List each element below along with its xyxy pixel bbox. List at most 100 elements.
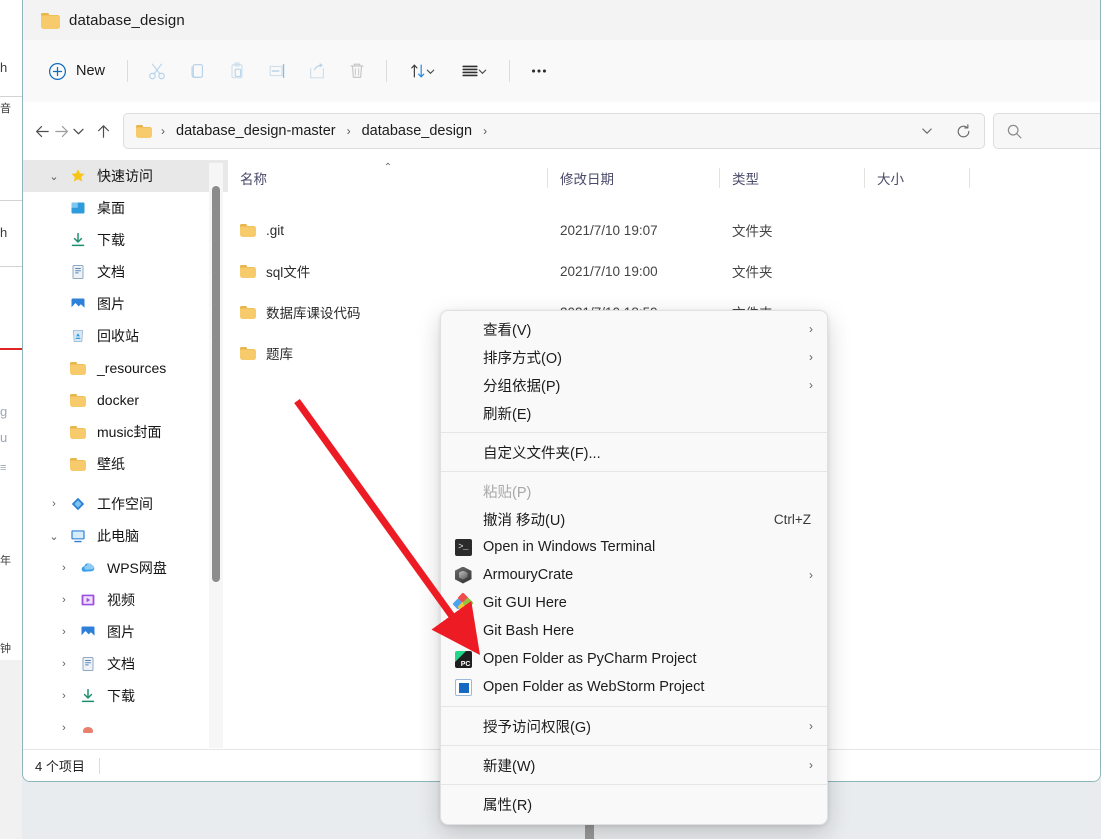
- background-window-sliver: h 音 h g u ≡ 年 钟 h: [0, 0, 22, 839]
- menu-item-label: Git Bash Here: [483, 623, 575, 639]
- column-divider[interactable]: [969, 168, 970, 188]
- chevron-right-icon: ›: [809, 322, 813, 336]
- rename-button[interactable]: [257, 54, 297, 88]
- menu-item-git-gui-here[interactable]: Git GUI Here: [441, 589, 827, 617]
- chevron-down-icon[interactable]: ⌄: [41, 170, 67, 183]
- view-button[interactable]: [448, 54, 500, 88]
- refresh-button[interactable]: [946, 114, 980, 148]
- menu-item-customize-folder[interactable]: 自定义文件夹(F)...: [441, 438, 827, 466]
- chevron-down-icon: [478, 69, 487, 74]
- sidebar-item-documents-pc[interactable]: › 文档: [23, 648, 228, 680]
- menu-item-label: Open in Windows Terminal: [483, 539, 656, 555]
- column-header-name[interactable]: ⌃ 名称: [228, 160, 548, 196]
- address-dropdown-button[interactable]: [910, 114, 944, 148]
- menu-item-give-access-to[interactable]: 授予访问权限(G) ›: [441, 712, 827, 740]
- chevron-right-icon[interactable]: ›: [51, 626, 77, 638]
- sidebar-group-workspace[interactable]: › 工作空间: [23, 488, 228, 520]
- back-button[interactable]: [33, 114, 52, 148]
- search-icon: [1007, 124, 1022, 138]
- sidebar-item-wallpaper[interactable]: 壁纸: [23, 448, 228, 480]
- sidebar-item-downloads[interactable]: 下载: [23, 224, 228, 256]
- sidebar-item-music-cover[interactable]: music封面: [23, 416, 228, 448]
- sidebar-item-documents[interactable]: 文档: [23, 256, 228, 288]
- chevron-right-icon[interactable]: ›: [51, 722, 77, 734]
- sidebar-item-videos[interactable]: › 视频: [23, 584, 228, 616]
- star-icon: [67, 168, 89, 184]
- column-header-label: 类型: [732, 172, 759, 187]
- column-header-date[interactable]: 修改日期: [548, 160, 720, 196]
- delete-icon: [350, 63, 364, 78]
- sidebar-item-partial[interactable]: ›: [23, 712, 228, 744]
- menu-item-open-in-windows-terminal[interactable]: >_ Open in Windows Terminal: [441, 533, 827, 561]
- context-menu[interactable]: 查看(V) › 排序方式(O) › 分组依据(P) › 刷新(E) 自定义文件夹…: [440, 310, 828, 825]
- sidebar-item-label: 视频: [107, 592, 135, 608]
- sidebar-item-recycle-bin[interactable]: 回收站: [23, 320, 228, 352]
- breadcrumb-item-1[interactable]: database_design: [355, 119, 479, 143]
- cut-icon: [149, 63, 165, 80]
- sort-button[interactable]: [396, 54, 448, 88]
- toolbar-divider: [127, 60, 129, 82]
- menu-item-view[interactable]: 查看(V) ›: [441, 315, 827, 343]
- sort-indicator-icon: ⌃: [383, 162, 393, 173]
- menu-item-label: Git GUI Here: [483, 595, 567, 611]
- sidebar-item-pictures-pc[interactable]: › 图片: [23, 616, 228, 648]
- menu-item-refresh[interactable]: 刷新(E): [441, 399, 827, 427]
- file-name: sql文件: [266, 265, 311, 280]
- menu-item-open-folder-as-webstorm-project[interactable]: Open Folder as WebStorm Project: [441, 673, 827, 701]
- file-name-cell: sql文件: [228, 261, 548, 281]
- navigation-pane[interactable]: ⌄ 快速访问 桌面 下载 文档 图片 回收站 _resources docker…: [23, 160, 228, 748]
- copy-button[interactable]: [177, 54, 217, 88]
- chevron-right-icon[interactable]: ›: [51, 562, 77, 574]
- menu-item-armourycrate[interactable]: ArmouryCrate ›: [441, 561, 827, 589]
- menu-separator: [441, 784, 827, 785]
- address-bar-row: › database_design-master › database_desi…: [23, 102, 1100, 160]
- new-button[interactable]: New: [35, 54, 118, 88]
- column-header-size[interactable]: 大小: [865, 160, 970, 196]
- address-bar[interactable]: › database_design-master › database_desi…: [123, 113, 985, 149]
- menu-item-properties[interactable]: 属性(R): [441, 790, 827, 818]
- menu-item-undo-move[interactable]: 撤消 移动(U) Ctrl+Z: [441, 505, 827, 533]
- navpane-scrollbar-thumb[interactable]: [212, 186, 220, 582]
- sidebar-item-label: WPS网盘: [107, 560, 167, 576]
- paste-button[interactable]: [217, 54, 257, 88]
- folder-icon: [240, 264, 256, 279]
- recent-locations-button[interactable]: [71, 114, 86, 148]
- see-more-button[interactable]: [519, 54, 559, 88]
- menu-item-sort-by[interactable]: 排序方式(O) ›: [441, 343, 827, 371]
- menu-item-git-bash-here[interactable]: Git Bash Here: [441, 617, 827, 645]
- column-header-type[interactable]: 类型: [720, 160, 865, 196]
- share-icon: [310, 63, 324, 79]
- search-box[interactable]: [993, 113, 1100, 149]
- sidebar-group-this-pc[interactable]: ⌄ 此电脑: [23, 520, 228, 552]
- sidebar-item-wps-cloud[interactable]: › WPS网盘: [23, 552, 228, 584]
- sidebar-group-quick-access[interactable]: ⌄ 快速访问: [23, 160, 228, 192]
- chevron-right-icon: ›: [809, 719, 813, 733]
- breadcrumb-separator: ›: [483, 124, 488, 138]
- delete-button[interactable]: [337, 54, 377, 88]
- cut-button[interactable]: [137, 54, 177, 88]
- share-button[interactable]: [297, 54, 337, 88]
- forward-button[interactable]: [52, 114, 71, 148]
- table-row[interactable]: sql文件 2021/7/10 19:00 文件夹: [228, 251, 1100, 291]
- menu-item-group-by[interactable]: 分组依据(P) ›: [441, 371, 827, 399]
- music-icon: [77, 723, 99, 733]
- sidebar-item-resources[interactable]: _resources: [23, 352, 228, 384]
- chevron-down-icon[interactable]: ⌄: [41, 530, 67, 543]
- sidebar-item-pictures[interactable]: 图片: [23, 288, 228, 320]
- explorer-tab[interactable]: database_design: [31, 8, 199, 33]
- chevron-right-icon[interactable]: ›: [51, 658, 77, 670]
- breadcrumb-item-0[interactable]: database_design-master: [169, 119, 343, 143]
- menu-item-new[interactable]: 新建(W) ›: [441, 751, 827, 779]
- up-button[interactable]: [94, 114, 113, 148]
- chevron-right-icon[interactable]: ›: [51, 594, 77, 606]
- table-row[interactable]: .git 2021/7/10 19:07 文件夹: [228, 210, 1100, 250]
- chevron-right-icon[interactable]: ›: [41, 498, 67, 510]
- file-date: 2021/7/10 19:00: [560, 263, 658, 279]
- sidebar-item-downloads-pc[interactable]: › 下载: [23, 680, 228, 712]
- menu-item-open-folder-as-pycharm-project[interactable]: Open Folder as PyCharm Project: [441, 645, 827, 673]
- sidebar-item-desktop[interactable]: 桌面: [23, 192, 228, 224]
- sidebar-item-label: 下载: [107, 688, 135, 704]
- chevron-right-icon[interactable]: ›: [51, 690, 77, 702]
- sidebar-item-docker[interactable]: docker: [23, 384, 228, 416]
- copy-icon: [191, 64, 204, 78]
